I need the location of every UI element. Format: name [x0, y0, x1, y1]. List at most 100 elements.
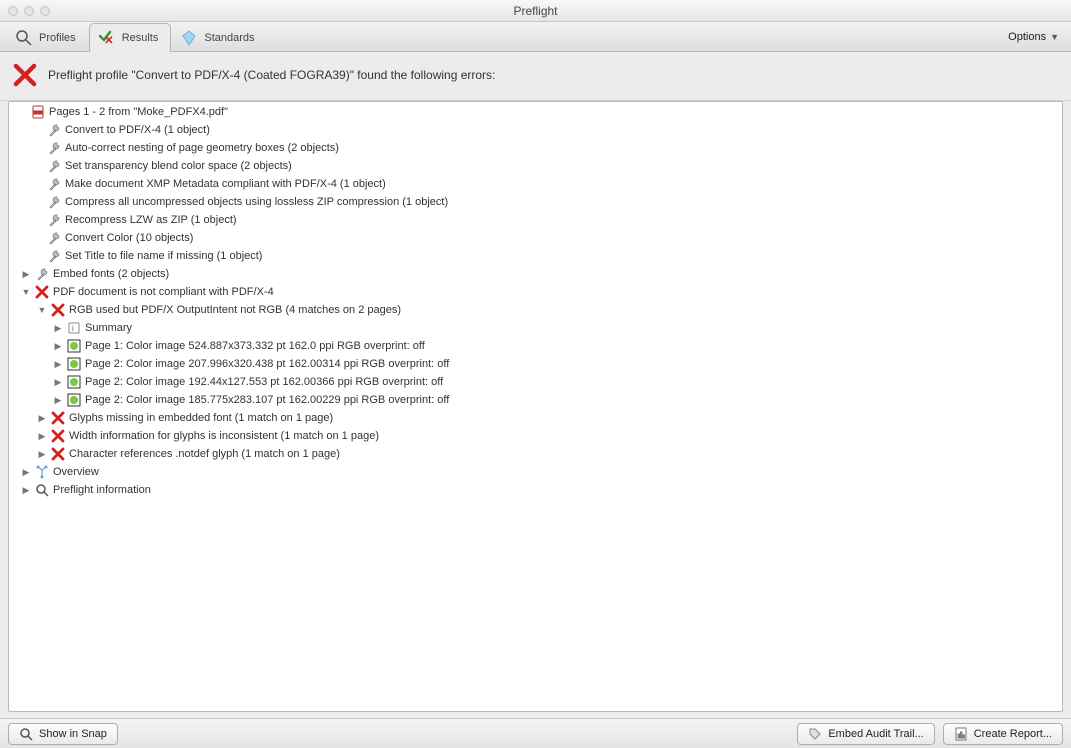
disclosure-icon[interactable]: ▼ — [37, 305, 47, 315]
close-window-button[interactable] — [8, 6, 18, 16]
zoom-window-button[interactable] — [40, 6, 50, 16]
create-report-button[interactable]: Create Report... — [943, 723, 1063, 745]
tree-row-root[interactable]: ▶ Pages 1 - 2 from "Moke_PDFX4.pdf" — [9, 103, 1062, 121]
tree-row-notdef[interactable]: ▶ Character references .notdef glyph (1 … — [9, 445, 1062, 463]
options-label: Options — [1008, 31, 1046, 43]
image-object-icon — [67, 339, 81, 353]
image-object-icon — [67, 393, 81, 407]
tree-label: Set transparency blend color space (2 ob… — [65, 160, 292, 172]
tree-label: Width information for glyphs is inconsis… — [69, 430, 379, 442]
toolbar: Profiles Results Standards Options ▼ — [0, 22, 1071, 52]
tab-results[interactable]: Results — [89, 23, 172, 52]
window-title: Preflight — [0, 4, 1071, 18]
tree-label: PDF document is not compliant with PDF/X… — [53, 286, 274, 298]
tree-row-fixup[interactable]: ▶Convert to PDF/X-4 (1 object) — [9, 121, 1062, 139]
disclosure-icon[interactable]: ▶ — [37, 413, 47, 423]
tree-row-fixup[interactable]: ▶Convert Color (10 objects) — [9, 229, 1062, 247]
disclosure-icon[interactable]: ▼ — [21, 287, 31, 297]
wrench-icon — [47, 123, 61, 137]
disclosure-icon[interactable]: ▶ — [21, 467, 31, 477]
disclosure-icon[interactable]: ▶ — [37, 431, 47, 441]
disclosure-icon[interactable]: ▶ — [21, 485, 31, 495]
disclosure-icon[interactable]: ▶ — [53, 395, 63, 405]
tree-row-fixup[interactable]: ▶Set Title to file name if missing (1 ob… — [9, 247, 1062, 265]
tree-label: Make document XMP Metadata compliant wit… — [65, 178, 386, 190]
error-icon — [51, 303, 65, 317]
disclosure-icon[interactable]: ▶ — [53, 323, 63, 333]
image-object-icon — [67, 375, 81, 389]
tree-row-width-inconsistent[interactable]: ▶ Width information for glyphs is incons… — [9, 427, 1062, 445]
tree-row-summary[interactable]: ▶ Summary — [9, 319, 1062, 337]
tree-row-match[interactable]: ▶Page 2: Color image 185.775x283.107 pt … — [9, 391, 1062, 409]
disclosure-icon[interactable]: ▶ — [53, 377, 63, 387]
wrench-icon — [47, 231, 61, 245]
tree-row-fixup[interactable]: ▶Make document XMP Metadata compliant wi… — [9, 175, 1062, 193]
disclosure-icon[interactable]: ▶ — [21, 269, 31, 279]
button-label: Create Report... — [974, 728, 1052, 740]
disclosure-icon[interactable]: ▶ — [53, 341, 63, 351]
pdf-icon — [31, 105, 45, 119]
error-icon — [51, 447, 65, 461]
tree-row-embed-fonts[interactable]: ▶ Embed fonts (2 objects) — [9, 265, 1062, 283]
tag-icon — [808, 727, 822, 741]
error-icon — [51, 429, 65, 443]
check-x-icon — [98, 29, 116, 47]
tree-row-match[interactable]: ▶ Page 2: Color image 192.44x127.553 pt 1… — [9, 373, 1062, 391]
tree-row-preflight-info[interactable]: ▶ Preflight information — [9, 481, 1062, 499]
tree-row-fixup[interactable]: ▶Set transparency blend color space (2 o… — [9, 157, 1062, 175]
error-icon — [35, 285, 49, 299]
tree-label: Recompress LZW as ZIP (1 object) — [65, 214, 237, 226]
wrench-icon — [35, 267, 49, 281]
tree-label: Page 2: Color image 207.996x320.438 pt 1… — [85, 358, 449, 370]
tab-profiles[interactable]: Profiles — [6, 23, 89, 52]
button-label: Embed Audit Trail... — [828, 728, 923, 740]
info-icon — [67, 321, 81, 335]
overview-icon — [35, 465, 49, 479]
wrench-icon — [47, 195, 61, 209]
tree-label: Convert Color (10 objects) — [65, 232, 193, 244]
wrench-icon — [47, 159, 61, 173]
tree-row-overview[interactable]: ▶ Overview — [9, 463, 1062, 481]
diamond-icon — [180, 29, 198, 47]
tree-label: Preflight information — [53, 484, 151, 496]
tree-label: Character references .notdef glyph (1 ma… — [69, 448, 340, 460]
tab-label: Profiles — [39, 32, 76, 44]
tree-row-glyphs-missing[interactable]: ▶ Glyphs missing in embedded font (1 mat… — [9, 409, 1062, 427]
tree-label: Pages 1 - 2 from "Moke_PDFX4.pdf" — [49, 106, 228, 118]
disclosure-icon[interactable]: ▶ — [37, 449, 47, 459]
disclosure-icon[interactable]: ▶ — [53, 359, 63, 369]
footer: Show in Snap Embed Audit Trail... Create… — [0, 718, 1071, 748]
tree-label: Convert to PDF/X-4 (1 object) — [65, 124, 210, 136]
tree-row-fixup[interactable]: ▶Auto-correct nesting of page geometry b… — [9, 139, 1062, 157]
chevron-down-icon: ▼ — [1050, 32, 1059, 42]
wrench-icon — [47, 141, 61, 155]
tree-label: Set Title to file name if missing (1 obj… — [65, 250, 262, 262]
titlebar: Preflight — [0, 0, 1071, 22]
error-icon — [12, 62, 38, 88]
tree-label: Page 1: Color image 524.887x373.332 pt 1… — [85, 340, 425, 352]
embed-audit-trail-button[interactable]: Embed Audit Trail... — [797, 723, 934, 745]
window-controls — [0, 6, 50, 16]
magnifier-icon — [35, 483, 49, 497]
tree-label: Summary — [85, 322, 132, 334]
tree-label: Page 2: Color image 192.44x127.553 pt 16… — [85, 376, 443, 388]
results-tree[interactable]: ▶ Pages 1 - 2 from "Moke_PDFX4.pdf" ▶Con… — [8, 101, 1063, 712]
tab-standards[interactable]: Standards — [171, 23, 267, 52]
tab-label: Standards — [204, 32, 254, 44]
search-icon — [15, 29, 33, 47]
tree-label: RGB used but PDF/X OutputIntent not RGB … — [69, 304, 401, 316]
tree-label: Glyphs missing in embedded font (1 match… — [69, 412, 333, 424]
tab-bar: Profiles Results Standards — [6, 22, 268, 51]
tree-row-match[interactable]: ▶ Page 2: Color image 207.996x320.438 pt … — [9, 355, 1062, 373]
tree-label: Compress all uncompressed objects using … — [65, 196, 448, 208]
tree-label: Embed fonts (2 objects) — [53, 268, 169, 280]
tab-label: Results — [122, 32, 159, 44]
show-in-snap-button[interactable]: Show in Snap — [8, 723, 118, 745]
minimize-window-button[interactable] — [24, 6, 34, 16]
tree-row-rgb-header[interactable]: ▼ RGB used but PDF/X OutputIntent not RG… — [9, 301, 1062, 319]
tree-row-fixup[interactable]: ▶Compress all uncompressed objects using… — [9, 193, 1062, 211]
tree-row-noncompliant[interactable]: ▼ PDF document is not compliant with PDF… — [9, 283, 1062, 301]
tree-row-fixup[interactable]: ▶Recompress LZW as ZIP (1 object) — [9, 211, 1062, 229]
tree-row-match[interactable]: ▶ Page 1: Color image 524.887x373.332 pt … — [9, 337, 1062, 355]
options-menu[interactable]: Options ▼ — [1002, 22, 1065, 51]
